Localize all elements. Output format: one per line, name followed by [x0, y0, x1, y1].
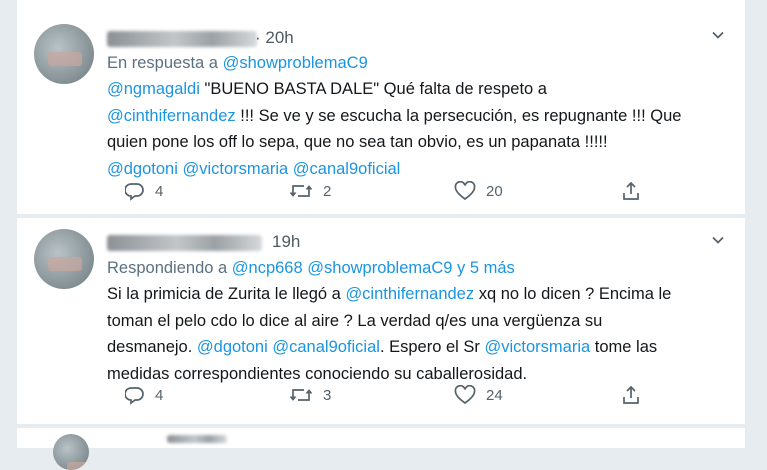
like-count: 20	[486, 182, 503, 200]
reply-count: 4	[155, 182, 164, 200]
reply-icon	[125, 183, 144, 201]
mention-link[interactable]: @ngmagaldi	[107, 80, 200, 98]
chevron-down-icon[interactable]	[711, 233, 725, 252]
mention-link[interactable]: @cinthifernandez	[345, 285, 474, 303]
text-span: toman el pelo cdo lo dice al aire ? La v…	[107, 311, 603, 330]
tweet-card[interactable]: · 20h En respuesta a @showproblemaC9 @ng…	[17, 0, 745, 214]
like-button[interactable]: 24	[454, 385, 503, 405]
share-button[interactable]	[621, 181, 641, 201]
like-icon	[454, 181, 476, 201]
reply-context-label: En respuesta a	[107, 54, 218, 72]
avatar[interactable]	[34, 229, 94, 289]
tweet-text: Si la primicia de Zurita le llegó a @cin…	[107, 281, 737, 387]
tweet-card[interactable]: 19h Respondiendo a @ncp668 @showproblema…	[17, 218, 745, 424]
author-name[interactable]	[167, 435, 227, 443]
tweet-time[interactable]: 19h	[272, 232, 300, 252]
share-button[interactable]	[621, 385, 641, 405]
tweet-actions: 4 2 20	[107, 181, 737, 207]
share-icon	[623, 385, 639, 404]
mention-link[interactable]: @dgotoni	[197, 338, 268, 356]
like-count: 24	[486, 386, 503, 404]
reply-button[interactable]: 4	[125, 181, 163, 201]
reply-more-link[interactable]: y 5 más	[457, 259, 515, 277]
share-icon	[623, 181, 639, 200]
text-span: medidas correspondientes conociendo su c…	[107, 364, 528, 383]
avatar[interactable]	[53, 434, 89, 470]
text-span: tome las	[590, 338, 658, 356]
text-span: xq no lo dicen ? Encima le	[474, 285, 672, 303]
mention-link[interactable]: @canal9oficial	[293, 160, 401, 178]
text-span: !!! Se ve y se escucha la persecución, e…	[235, 106, 682, 125]
retweet-icon	[289, 389, 313, 401]
reply-context-label: Respondiendo a	[107, 259, 228, 277]
reply-context: Respondiendo a @ncp668 @showproblemaC9 y…	[107, 259, 515, 278]
chevron-down-icon[interactable]	[711, 28, 725, 47]
text-span: Si la primicia de Zurita le llegó a	[107, 285, 346, 303]
reply-to-link[interactable]: @ncp668	[232, 259, 303, 277]
reply-to-link[interactable]: @showproblemaC9	[223, 54, 368, 72]
text-span: "BUENO BASTA DALE" Qué falta de respeto …	[199, 80, 547, 98]
like-icon	[454, 385, 476, 405]
mention-link[interactable]: @victorsmaria	[182, 160, 288, 178]
tweet-time[interactable]: · 20h	[255, 28, 294, 48]
author-name[interactable]	[107, 235, 262, 251]
retweet-count: 2	[323, 182, 332, 200]
retweet-icon	[289, 185, 313, 197]
retweet-count: 3	[323, 386, 332, 404]
tweet-actions: 4 3 24	[107, 385, 737, 411]
reply-icon	[125, 387, 144, 405]
mention-link[interactable]: @victorsmaria	[484, 338, 590, 356]
like-button[interactable]: 20	[454, 181, 503, 201]
author-name[interactable]	[107, 31, 257, 47]
mention-link[interactable]: @dgotoni	[107, 160, 178, 178]
text-span: . Espero el Sr	[379, 338, 485, 356]
reply-to-link[interactable]: @showproblemaC9	[307, 259, 452, 277]
reply-context: En respuesta a @showproblemaC9	[107, 54, 368, 73]
retweet-button[interactable]: 3	[289, 385, 331, 405]
reply-count: 4	[155, 386, 164, 404]
text-span: desmanejo.	[107, 338, 197, 356]
mention-link[interactable]: @cinthifernandez	[107, 107, 236, 125]
tweet-card[interactable]	[17, 428, 745, 470]
text-span: quien pone los off lo sepa, que no sea t…	[107, 133, 608, 151]
avatar[interactable]	[34, 24, 94, 84]
mention-link[interactable]: @canal9oficial	[272, 338, 380, 356]
tweet-text: @ngmagaldi "BUENO BASTA DALE" Qué falta …	[107, 76, 737, 182]
retweet-button[interactable]: 2	[289, 181, 331, 201]
reply-button[interactable]: 4	[125, 385, 163, 405]
